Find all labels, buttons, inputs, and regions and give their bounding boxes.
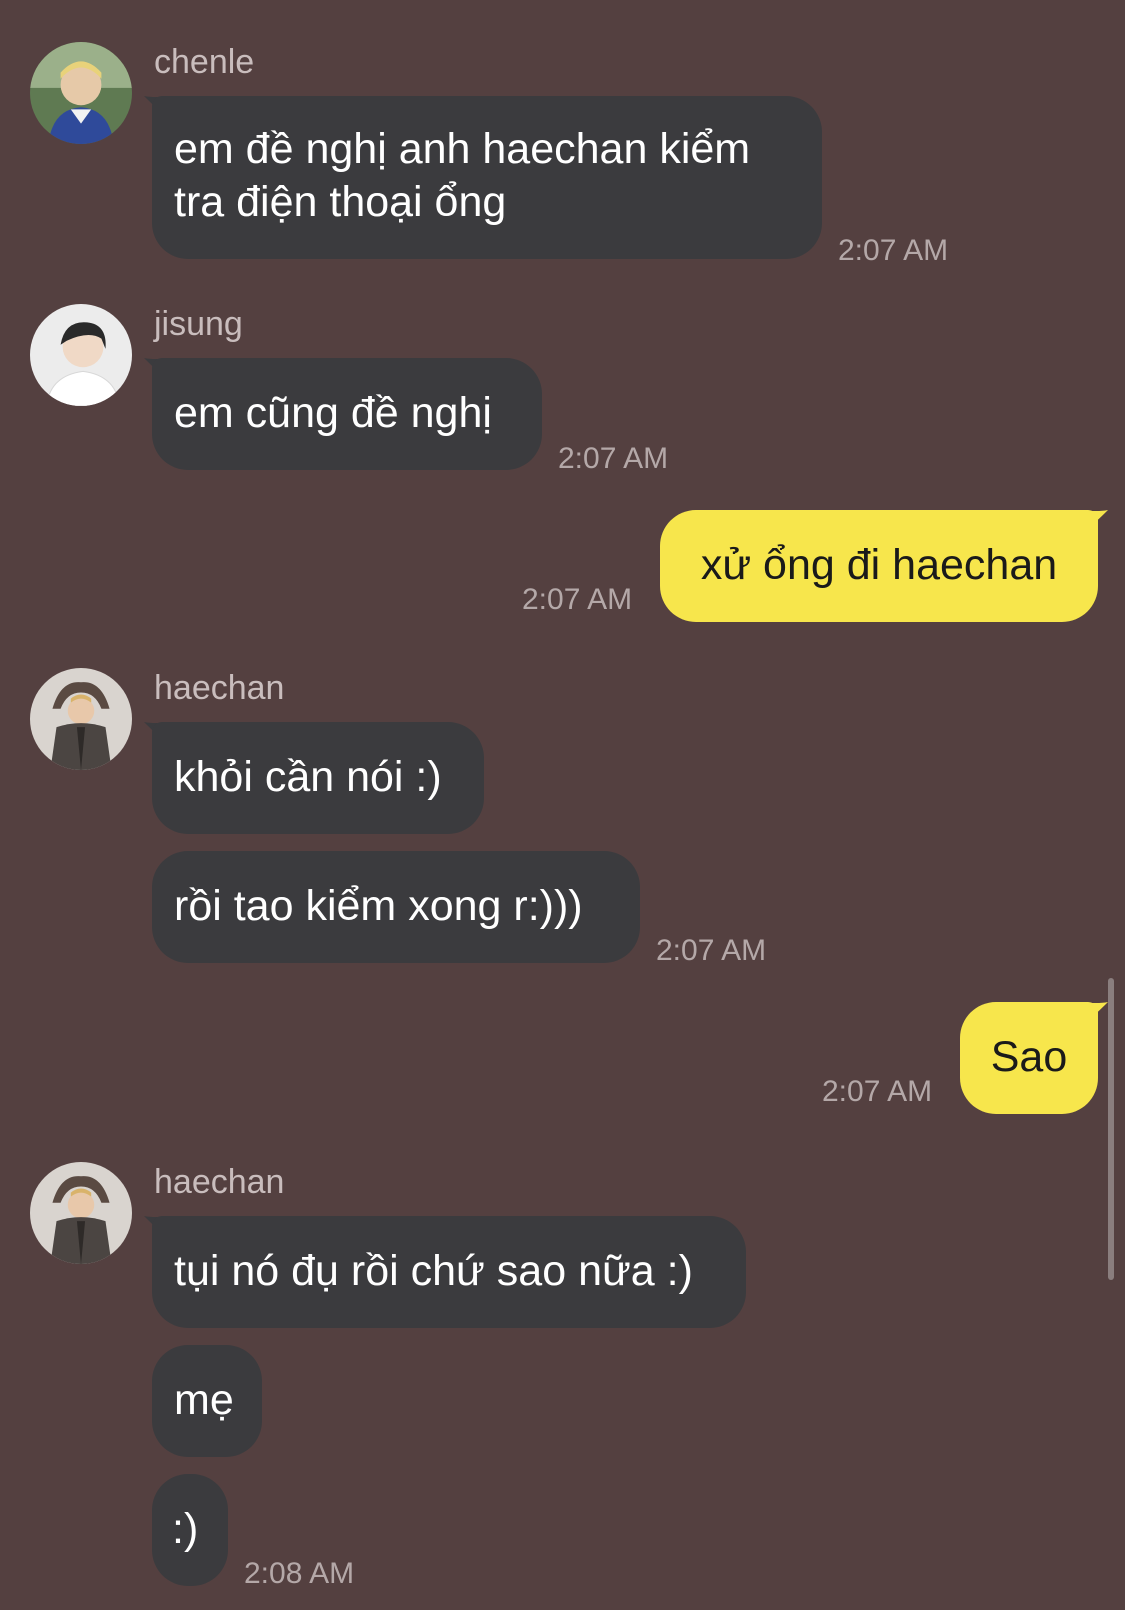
avatar-photo-icon [30, 668, 132, 770]
sender-name: haechan [154, 669, 285, 707]
message-time: 2:07 AM [656, 934, 767, 967]
message-text: xử ổng đi haechan [700, 541, 1058, 589]
avatar-photo-icon [30, 1162, 132, 1264]
message-text: mẹ [174, 1376, 234, 1424]
message-time: 2:07 AM [558, 442, 669, 475]
message-bubble[interactable]: em đề nghị anh haechan kiểm tra điện tho… [152, 96, 822, 259]
avatar-haechan[interactable] [30, 668, 132, 770]
sender-name: chenle [154, 43, 255, 81]
avatar-photo-icon [30, 42, 132, 144]
message-time: 2:08 AM [244, 1557, 355, 1590]
message-text: khỏi cần nói :) [174, 753, 442, 801]
sender-name: haechan [154, 1163, 285, 1201]
sender-name: jisung [154, 305, 243, 343]
message-text: Sao [990, 1033, 1068, 1081]
message-bubble[interactable]: mẹ [152, 1345, 262, 1457]
avatar-photo-icon [30, 304, 132, 406]
message-line: em đề nghị anh haechan kiểm [174, 125, 751, 173]
message-time: 2:07 AM [822, 1075, 933, 1108]
message-text: rồi tao kiểm xong r:))) [174, 882, 583, 930]
message-text: tụi nó đụ rồi chứ sao nữa :) [174, 1247, 693, 1295]
message-text: em cũng đề nghị [174, 389, 492, 437]
avatar-chenle[interactable] [30, 42, 132, 144]
message-bubble[interactable]: khỏi cần nói :) [152, 722, 484, 834]
bubble-tail [1078, 1002, 1108, 1030]
message-time: 2:07 AM [522, 583, 633, 616]
message-time: 2:07 AM [838, 234, 949, 267]
message-line: tra điện thoại ổng [174, 178, 507, 226]
scrollbar[interactable] [1108, 978, 1114, 1280]
bubble-tail [1078, 510, 1108, 538]
message-bubble[interactable]: em cũng đề nghị [152, 358, 542, 470]
avatar-jisung[interactable] [30, 304, 132, 406]
message-bubble[interactable]: :) [152, 1474, 228, 1586]
message-text: :) [172, 1505, 199, 1553]
avatar-haechan[interactable] [30, 1162, 132, 1264]
message-bubble[interactable]: tụi nó đụ rồi chứ sao nữa :) [152, 1216, 746, 1328]
message-bubble[interactable]: rồi tao kiểm xong r:))) [152, 851, 640, 963]
my-message-bubble[interactable]: xử ổng đi haechan [660, 510, 1098, 622]
